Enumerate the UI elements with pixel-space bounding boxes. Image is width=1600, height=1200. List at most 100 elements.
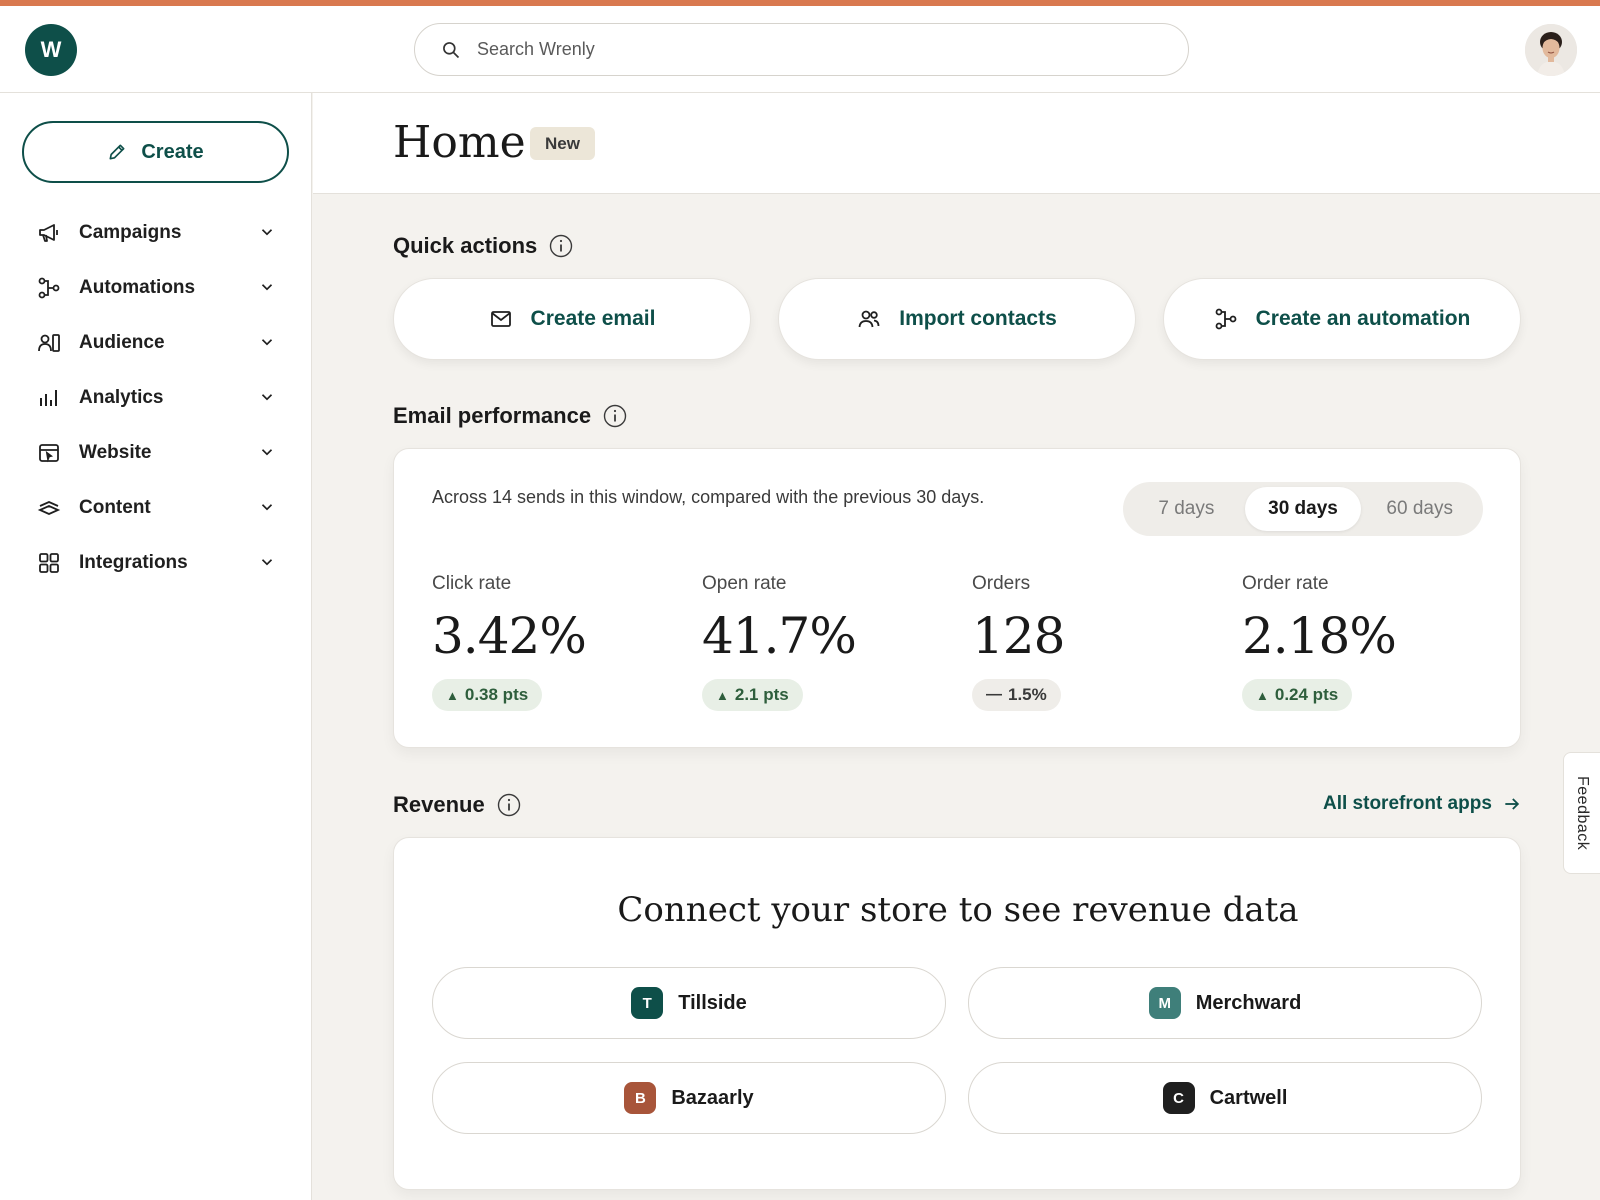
metric-order-rate: Order rate 2.18% ▲ 0.24 pts: [1242, 573, 1482, 711]
create-automation-label: Create an automation: [1255, 307, 1471, 330]
metric-delta: 0.38 pts: [464, 685, 529, 704]
sidebar-item-website[interactable]: Website: [0, 425, 312, 480]
flow-icon: [37, 276, 61, 300]
sidebar-item-audience[interactable]: Audience: [0, 315, 312, 370]
metric-open-rate: Open rate 41.7% ▲ 2.1 pts: [702, 573, 942, 711]
metric-label: Order rate: [1242, 573, 1329, 594]
metric-value: 2.18%: [1242, 607, 1397, 665]
create-email-label: Create email: [530, 307, 656, 330]
user-avatar[interactable]: [1525, 24, 1577, 76]
metric-delta-badge: ▲ 0.38 pts: [432, 679, 543, 711]
feedback-label: Feedback: [1574, 775, 1591, 851]
metric-delta: 2.1 pts: [734, 685, 789, 704]
store-name: Bazaarly: [671, 1086, 754, 1109]
trend-flat-icon: —: [986, 686, 1002, 703]
website-icon: [37, 441, 61, 465]
store-bazaarly-button[interactable]: B Bazaarly: [432, 1062, 946, 1134]
content-icon: [37, 496, 61, 520]
performance-description: Across 14 sends in this window, compared…: [432, 487, 985, 507]
chevron-down-icon[interactable]: [258, 388, 276, 406]
quick-actions-title: Quick actions: [393, 233, 538, 258]
sidebar-item-label: Content: [79, 496, 151, 518]
chevron-down-icon[interactable]: [258, 278, 276, 296]
chevron-down-icon[interactable]: [258, 443, 276, 461]
store-merchward-button[interactable]: M Merchward: [968, 967, 1482, 1039]
email-performance-heading: Email performance: [393, 403, 627, 429]
logo-letter: W: [40, 37, 62, 62]
arrow-right-icon: [1505, 798, 1520, 810]
contacts-icon: [858, 310, 880, 328]
trend-up-icon: ▲: [446, 687, 459, 703]
sidebar-item-label: Integrations: [79, 551, 188, 573]
quick-actions-heading: Quick actions: [393, 233, 573, 259]
info-icon[interactable]: [549, 234, 573, 258]
email-performance-title: Email performance: [393, 403, 592, 428]
chevron-down-icon[interactable]: [258, 333, 276, 351]
sidebar-nav: Campaigns Automations Audience Analytics…: [0, 205, 312, 590]
revenue-heading: Revenue: [393, 792, 521, 818]
range-60-days[interactable]: 60 days: [1361, 487, 1478, 531]
chevron-down-icon[interactable]: [258, 223, 276, 241]
app-logo[interactable]: W: [25, 24, 77, 76]
metric-value: 128: [972, 607, 1065, 665]
sidebar-item-label: Website: [79, 441, 152, 463]
pencil-icon: [109, 144, 125, 160]
search-icon: [443, 41, 460, 58]
info-icon[interactable]: [603, 404, 627, 428]
revenue-card-title: Connect your store to see revenue data: [617, 890, 1299, 930]
page-header: Home New: [313, 93, 1600, 194]
page-title: Home: [393, 117, 526, 168]
sidebar-item-analytics[interactable]: Analytics: [0, 370, 312, 425]
store-cartwell-button[interactable]: C Cartwell: [968, 1062, 1482, 1134]
info-icon[interactable]: [497, 793, 521, 817]
trend-up-icon: ▲: [716, 687, 729, 703]
email-performance-card: Across 14 sends in this window, compared…: [393, 448, 1521, 748]
chevron-down-icon[interactable]: [258, 498, 276, 516]
search-input[interactable]: [477, 39, 1117, 60]
bar-chart-icon: [37, 386, 61, 410]
import-contacts-label: Import contacts: [899, 307, 1057, 330]
store-tillside-button[interactable]: T Tillside: [432, 967, 946, 1039]
metric-click-rate: Click rate 3.42% ▲ 0.38 pts: [432, 573, 672, 711]
megaphone-icon: [37, 221, 61, 245]
create-button[interactable]: Create: [22, 121, 289, 183]
store-logo: B: [624, 1082, 657, 1114]
search-bar[interactable]: [414, 23, 1189, 76]
top-bar: W: [0, 6, 1600, 93]
sidebar-item-label: Campaigns: [79, 221, 182, 243]
metric-delta: 1.5%: [1008, 685, 1047, 704]
metric-delta-badge: ▲ 0.24 pts: [1242, 679, 1353, 711]
new-badge: New: [530, 127, 595, 160]
store-logo: M: [1148, 987, 1181, 1019]
sidebar-item-campaigns[interactable]: Campaigns: [0, 205, 312, 260]
store-logo: T: [631, 987, 664, 1019]
import-contacts-button[interactable]: Import contacts: [778, 278, 1136, 360]
metric-value: 3.42%: [432, 607, 587, 665]
metric-label: Click rate: [432, 573, 512, 594]
range-30-days[interactable]: 30 days: [1244, 487, 1362, 531]
sidebar: Create Campaigns Automations Audience An…: [0, 93, 312, 1200]
create-button-label: Create: [141, 140, 204, 163]
sidebar-item-integrations[interactable]: Integrations: [0, 535, 312, 590]
range-7-days[interactable]: 7 days: [1128, 487, 1245, 531]
sidebar-item-label: Audience: [79, 331, 165, 353]
store-name: Cartwell: [1209, 1086, 1288, 1109]
metric-delta: 0.24 pts: [1274, 685, 1339, 704]
metric-orders: Orders 128 — 1.5%: [972, 573, 1212, 711]
metric-delta-badge: ▲ 2.1 pts: [702, 679, 803, 711]
revenue-title: Revenue: [393, 792, 485, 817]
create-automation-button[interactable]: Create an automation: [1163, 278, 1521, 360]
revenue-card: Connect your store to see revenue data T…: [393, 837, 1521, 1190]
store-name: Tillside: [678, 991, 747, 1014]
store-name: Merchward: [1195, 991, 1302, 1014]
create-email-button[interactable]: Create email: [393, 278, 751, 360]
sidebar-item-content[interactable]: Content: [0, 480, 312, 535]
sidebar-item-automations[interactable]: Automations: [0, 260, 312, 315]
metric-label: Orders: [972, 573, 1031, 594]
chevron-down-icon[interactable]: [258, 553, 276, 571]
metric-delta-badge: — 1.5%: [972, 679, 1061, 711]
avatar-portrait: [1525, 24, 1577, 76]
feedback-tab[interactable]: Feedback: [1563, 752, 1600, 874]
all-storefront-apps-link[interactable]: All storefront apps: [1323, 793, 1522, 815]
sidebar-item-label: Automations: [79, 276, 196, 298]
